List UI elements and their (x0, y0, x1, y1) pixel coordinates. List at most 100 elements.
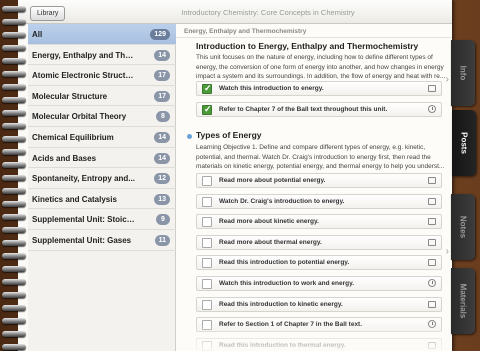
task-label: Read more about potential energy. (219, 177, 326, 184)
binding-ring (2, 58, 26, 64)
task-label: Read more about kinetic energy. (219, 218, 319, 226)
types-section-description: Learning Objective 1. Define and compare… (196, 144, 445, 170)
count-badge: 14 (154, 132, 170, 143)
sidebar-item[interactable]: Chemical Equilibrium 14 (28, 127, 176, 148)
sidebar-item-label: Molecular Orbital Theory (32, 112, 127, 122)
task-checkbox[interactable] (202, 196, 212, 207)
sidebar-item[interactable]: Molecular Structure 17 (28, 86, 176, 107)
chevron-right-icon[interactable]: › (446, 74, 449, 85)
tab-notes[interactable]: Notes (451, 194, 475, 260)
task-checkbox[interactable] (202, 299, 212, 310)
video-icon (428, 197, 436, 205)
tab-posts[interactable]: Posts (452, 110, 476, 176)
binding-ring (2, 305, 26, 311)
task-label: Watch this introduction to energy. (219, 85, 324, 92)
binding-ring (2, 201, 26, 207)
sidebar-item-label: Atomic Electronic Structure (32, 71, 136, 81)
task-checkbox[interactable] (202, 237, 212, 248)
tab-label: Notes (458, 215, 468, 239)
sidebar-item[interactable]: Spontaneity, Entropy and... 12 (28, 168, 176, 189)
sidebar-item[interactable]: Kinetics and Catalysis 13 (28, 189, 176, 210)
task-row[interactable]: Refer to Chapter 7 of the Ball text thro… (196, 102, 442, 117)
sidebar-item[interactable]: Molecular Orbital Theory 8 (28, 106, 176, 127)
library-button[interactable]: Library (30, 6, 66, 21)
count-badge: 14 (154, 152, 170, 164)
sidebar-item[interactable]: All 129 (28, 24, 176, 45)
video-icon (428, 300, 436, 308)
binding-ring (2, 162, 26, 168)
top-bar: Library Introductory Chemistry: Core Con… (18, 0, 452, 24)
sidebar-item[interactable]: Supplemental Unit: Gases 11 (28, 230, 176, 251)
task-row[interactable]: Read this introduction to kinetic energy… (196, 296, 442, 312)
task-row[interactable]: Watch this introduction to work and ener… (196, 276, 442, 291)
clock-icon (428, 279, 436, 287)
tab-info[interactable]: Info (451, 40, 475, 106)
task-label: Watch Dr. Craig's introduction to energy… (219, 197, 345, 205)
task-row[interactable]: Read this introduction to potential ener… (196, 255, 442, 271)
binding-ring (2, 175, 26, 181)
binding-ring (2, 188, 26, 194)
notebook-page: Library Introductory Chemistry: Core Con… (18, 0, 452, 351)
sidebar-item-label: Molecular Structure (32, 91, 108, 101)
types-section-title[interactable]: Types of Energy (196, 130, 262, 140)
task-checkbox[interactable] (202, 217, 212, 228)
binding-ring (2, 279, 26, 285)
divider (176, 37, 452, 38)
task-checkbox[interactable] (202, 176, 212, 186)
sidebar-item-label: Supplemental Unit: Gases (32, 236, 132, 245)
task-label: Watch this introduction to work and ener… (219, 280, 355, 287)
binding-ring (2, 266, 26, 272)
binding-ring (2, 71, 26, 77)
intro-section-title[interactable]: Introduction to Energy, Enthalpy and The… (196, 41, 418, 51)
sidebar-item-label: Energy, Enthalpy and Ther... (32, 50, 136, 60)
sidebar-item[interactable]: Supplemental Unit: Stoichi... 9 (28, 209, 176, 230)
intro-section-description: This unit focuses on the nature of energ… (196, 54, 446, 80)
binding-ring (2, 32, 26, 38)
count-badge: 9 (156, 214, 170, 226)
sidebar-item-label: All (32, 30, 43, 39)
sidebar-item-label: Supplemental Unit: Stoichi... (32, 215, 136, 225)
binding-ring (2, 97, 26, 103)
binding-ring (2, 136, 26, 142)
task-label: Read this introduction to potential ener… (219, 259, 350, 267)
count-badge: 8 (156, 111, 170, 123)
task-checkbox[interactable] (202, 83, 212, 94)
clock-icon (428, 105, 436, 113)
video-icon (428, 238, 436, 246)
task-checkbox[interactable] (202, 104, 212, 115)
sidebar-item[interactable]: Atomic Electronic Structure 17 (28, 65, 176, 86)
video-icon (428, 85, 436, 92)
video-icon (428, 259, 436, 267)
task-row[interactable]: Read more about thermal energy. (196, 234, 442, 250)
sidebar-item-label: Kinetics and Catalysis (32, 194, 117, 204)
chevron-right-icon[interactable]: › (446, 246, 449, 257)
task-checkbox[interactable] (202, 258, 212, 269)
binding-ring (2, 253, 26, 259)
binding-ring (2, 331, 26, 337)
binding-ring (2, 344, 26, 350)
task-label: Read more about thermal energy. (219, 238, 322, 246)
task-row[interactable]: Read more about kinetic energy. (196, 214, 442, 230)
binding-ring (2, 110, 26, 116)
binding-ring (2, 227, 26, 233)
count-badge: 12 (154, 173, 170, 185)
binding-ring (2, 84, 26, 90)
binding-ring (2, 318, 26, 324)
task-checkbox[interactable] (202, 279, 212, 289)
sidebar-item[interactable]: Acids and Bases 14 (28, 148, 176, 169)
app-title: Introductory Chemistry: Core Concepts in… (181, 8, 355, 17)
binding-ring (2, 6, 26, 12)
task-row[interactable]: Watch this introduction to energy. (196, 81, 442, 96)
sidebar-item[interactable]: Energy, Enthalpy and Ther... 14 (28, 45, 176, 66)
count-badge: 11 (154, 235, 170, 246)
task-label: Refer to Chapter 7 of the Ball text thro… (219, 106, 388, 113)
breadcrumb: Energy, Enthalpy and Thermochemistry (184, 28, 307, 35)
tab-materials[interactable]: Materials (451, 268, 475, 334)
count-badge: 129 (150, 29, 170, 40)
content-pane: Energy, Enthalpy and Thermochemistry Int… (176, 24, 452, 351)
task-row[interactable]: Watch Dr. Craig's introduction to energy… (196, 193, 442, 209)
task-row[interactable]: Read more about potential energy. (196, 173, 442, 188)
video-icon (428, 177, 436, 184)
sidebar-item-label: Acids and Bases (32, 153, 97, 163)
unread-dot-icon (187, 134, 192, 139)
